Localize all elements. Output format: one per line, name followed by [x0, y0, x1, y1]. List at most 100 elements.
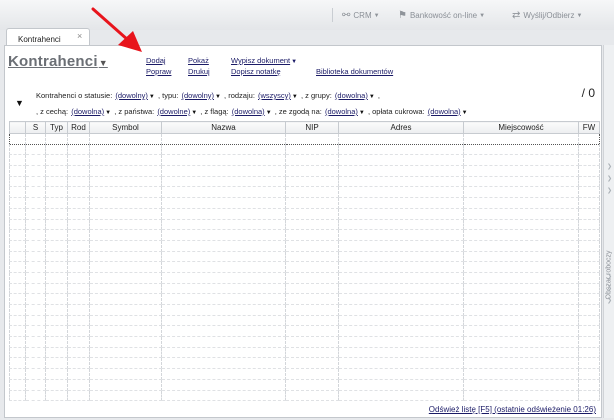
- kind-filter[interactable]: (wszyscy): [258, 91, 291, 100]
- table-row[interactable]: [9, 336, 600, 348]
- table-cell: [463, 390, 579, 402]
- print-button[interactable]: Drukuj: [188, 67, 210, 76]
- chevron-down-icon[interactable]: ▼: [369, 94, 375, 100]
- chevron-right-icon: ❯: [607, 176, 613, 182]
- chevron-down-icon[interactable]: ▼: [215, 94, 221, 100]
- issue-document-menu[interactable]: Wypisz dokument▼: [231, 56, 297, 65]
- table-cell: [285, 251, 339, 263]
- table-row[interactable]: [9, 133, 600, 145]
- table-cell: [161, 197, 286, 209]
- flag-filter[interactable]: (dowolna): [232, 107, 265, 116]
- table-row[interactable]: [9, 325, 600, 338]
- table-row[interactable]: [9, 154, 600, 167]
- table-row[interactable]: [9, 165, 600, 177]
- column-header[interactable]: Symbol: [89, 121, 162, 134]
- table-row[interactable]: [9, 251, 600, 263]
- table-row[interactable]: [9, 240, 600, 252]
- grid-body[interactable]: [9, 133, 600, 402]
- table-row[interactable]: [9, 219, 600, 231]
- table-row[interactable]: [9, 357, 600, 370]
- table-cell: [578, 176, 600, 188]
- type-filter[interactable]: (dowolny): [181, 91, 214, 100]
- document-library-link[interactable]: Biblioteka dokumentów: [316, 67, 393, 76]
- column-header[interactable]: S: [25, 121, 46, 134]
- table-cell: [161, 390, 286, 402]
- column-header[interactable]: Adres: [338, 121, 464, 134]
- group-filter[interactable]: (dowolna): [335, 91, 368, 100]
- table-row[interactable]: [9, 379, 600, 391]
- refresh-list-link[interactable]: Odśwież listę [F5] (ostatnie odświeżenie…: [429, 405, 596, 414]
- table-cell: [25, 176, 46, 188]
- column-header[interactable]: [9, 121, 26, 134]
- chevron-down-icon: ▼: [576, 12, 583, 19]
- column-header[interactable]: Miejscowość: [463, 121, 579, 134]
- column-header[interactable]: Nazwa: [161, 121, 286, 134]
- chevron-down-icon[interactable]: ▼: [149, 94, 155, 100]
- table-cell: [161, 240, 286, 252]
- table-row[interactable]: [9, 176, 600, 188]
- chevron-down-icon[interactable]: ▼: [292, 94, 298, 100]
- table-row[interactable]: [9, 315, 600, 327]
- table-row[interactable]: [9, 229, 600, 241]
- table-cell: [89, 186, 162, 199]
- chevron-down-icon[interactable]: ▼: [359, 110, 365, 116]
- send-receive-button[interactable]: ⇄ Wyślij/Odbierz ▼: [512, 10, 582, 21]
- close-icon[interactable]: ×: [77, 31, 82, 41]
- sugar-fee-filter[interactable]: (dowolna): [428, 107, 461, 116]
- show-button[interactable]: Pokaż: [188, 56, 209, 65]
- table-cell: [25, 251, 46, 263]
- table-cell: [338, 368, 464, 380]
- table-cell: [45, 144, 68, 156]
- table-cell: [338, 176, 464, 188]
- table-cell: [89, 293, 162, 305]
- table-cell: [285, 219, 339, 231]
- status-filter[interactable]: (dowolny): [115, 91, 148, 100]
- chevron-down-icon[interactable]: ▼: [266, 110, 272, 116]
- feature-filter[interactable]: (dowolna): [71, 107, 104, 116]
- table-row[interactable]: [9, 208, 600, 220]
- column-header[interactable]: FW: [578, 121, 600, 134]
- chevron-down-icon[interactable]: ▼: [462, 110, 468, 116]
- table-cell: [463, 240, 579, 252]
- page-title[interactable]: Kontrahenci▼: [8, 53, 108, 70]
- table-row[interactable]: [9, 390, 600, 402]
- tab-kontrahenci[interactable]: Kontrahenci ×: [6, 28, 90, 46]
- chevron-down-icon[interactable]: ▼: [105, 110, 111, 116]
- table-row[interactable]: [9, 368, 600, 380]
- table-row[interactable]: [9, 347, 600, 359]
- table-cell: [338, 197, 464, 209]
- workspace-side-panel[interactable]: ❯ ❯ ❯ Obszar roboczy ❯ ❯ ❯: [603, 45, 614, 418]
- column-header[interactable]: Rod: [67, 121, 90, 134]
- column-header[interactable]: NIP: [285, 121, 339, 134]
- table-cell: [578, 272, 600, 284]
- table-cell: [161, 186, 286, 199]
- country-filter[interactable]: (dowolne): [157, 107, 190, 116]
- table-cell: [45, 283, 68, 295]
- table-row[interactable]: [9, 186, 600, 199]
- table-cell: [161, 336, 286, 348]
- table-row[interactable]: [9, 304, 600, 316]
- table-cell: [338, 272, 464, 284]
- table-cell: [161, 165, 286, 177]
- table-row[interactable]: [9, 293, 600, 305]
- table-cell: [578, 357, 600, 370]
- edit-button[interactable]: Popraw: [146, 67, 171, 76]
- filter-toggle-icon[interactable]: ▼: [15, 98, 24, 108]
- chevron-down-icon[interactable]: ▼: [191, 110, 197, 116]
- contractors-grid[interactable]: S Typ Rod Symbol Nazwa NIP Adres Miejscowość FW: [9, 121, 600, 416]
- column-header[interactable]: Typ: [45, 121, 68, 134]
- table-cell: [89, 261, 162, 273]
- consent-filter[interactable]: (dowolna): [325, 107, 358, 116]
- table-row[interactable]: [9, 283, 600, 295]
- add-button[interactable]: Dodaj: [146, 56, 166, 65]
- table-row[interactable]: [9, 261, 600, 273]
- table-cell: [89, 325, 162, 338]
- table-row[interactable]: [9, 197, 600, 209]
- crm-button[interactable]: ⚯ CRM ▼: [342, 10, 380, 21]
- table-row[interactable]: [9, 272, 600, 284]
- table-row[interactable]: [9, 144, 600, 156]
- grid-header-row: S Typ Rod Symbol Nazwa NIP Adres Miejscowość FW: [9, 121, 600, 134]
- table-cell: [67, 390, 90, 402]
- add-note-button[interactable]: Dopisz notatkę: [231, 67, 281, 76]
- banking-button[interactable]: ⚑ Bankowość on-line ▼: [398, 10, 485, 21]
